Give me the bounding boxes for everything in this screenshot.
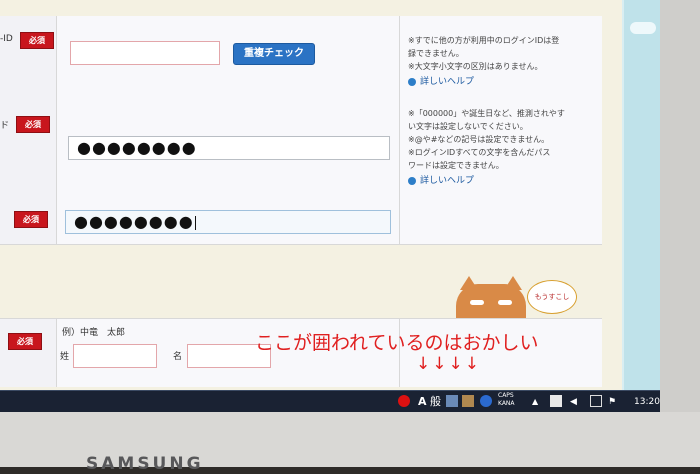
text-cursor	[194, 215, 196, 230]
input-cell: ●●●●●●●●	[57, 98, 400, 202]
help-link-label: 詳しいヘルプ	[420, 176, 475, 186]
help-text: ※「000000」や誕生日など、推測されやす	[408, 109, 565, 118]
annotation-text: ここが囲われているのはおかしい	[255, 332, 539, 354]
row-label-cell: 必須	[0, 319, 57, 387]
ime-label[interactable]: 般	[430, 394, 441, 410]
row-label-cell: -ID 必須	[0, 16, 57, 98]
help-text: ※大文字小文字の区別はありません。	[408, 62, 543, 71]
help-text: 録できません。	[408, 49, 464, 58]
speaker-icon[interactable]: ◀	[570, 394, 577, 410]
input-cell: 重複チェック	[57, 16, 400, 98]
form-row-login-id: -ID 必須 重複チェック ※すでに他の方が利用中のログインIDは登 録できませ…	[0, 16, 602, 99]
help-text: ワードは設定できません。	[408, 161, 504, 170]
password-confirm-input[interactable]: ●●●●●●●●	[65, 210, 391, 234]
windows-flag-icon[interactable]	[550, 395, 562, 407]
help-link[interactable]: 詳しいヘルプ	[408, 173, 565, 186]
row-label-cell: ド 必須	[0, 98, 57, 202]
last-name-input[interactable]	[73, 344, 157, 368]
required-badge: 必須	[14, 211, 48, 228]
help-link-label: 詳しいヘルプ	[420, 77, 475, 87]
cat-ear	[460, 276, 478, 290]
password-input[interactable]: ●●●●●●●●	[68, 136, 390, 160]
ime-mode[interactable]: A	[418, 394, 427, 410]
last-name-label: 姓	[60, 352, 70, 362]
help-text: ※@や#などの記号は設定できません。	[408, 135, 550, 144]
chevron-up-icon[interactable]: ▲	[532, 394, 538, 410]
monitor-bezel-bottom: SAMSUNG	[0, 412, 700, 474]
input-cell: ●●●●●●●●	[57, 202, 400, 244]
taskbar: A 般 CAPS KANA ▲ ◀ ⚑ 13:20	[0, 390, 660, 413]
cat-ear	[504, 276, 522, 290]
action-center-flag-icon[interactable]: ⚑	[608, 394, 616, 410]
cloud-decoration	[630, 22, 656, 34]
mascot-speech-bubble: もうすこし	[527, 280, 577, 314]
ime-dictionary-icon[interactable]	[446, 395, 458, 407]
browser-screen: -ID 必須 重複チェック ※すでに他の方が利用中のログインIDは登 録できませ…	[0, 0, 660, 390]
help-text: い文字は設定しないでください。	[408, 122, 528, 131]
help-circle-icon	[408, 176, 416, 185]
required-badge: 必須	[8, 333, 42, 350]
password-mask: ●●●●●●●●	[74, 212, 196, 231]
notification-icon[interactable]	[398, 395, 410, 407]
cat-eye	[470, 300, 484, 305]
monitor-brand-logo: SAMSUNG	[86, 454, 204, 474]
monitor-bezel-side	[660, 0, 700, 412]
password-mask: ●●●●●●●●	[77, 138, 197, 157]
help-link[interactable]: 詳しいヘルプ	[408, 74, 559, 87]
help-circle-icon	[408, 77, 416, 86]
ime-tools-icon[interactable]	[462, 395, 474, 407]
login-id-input[interactable]	[70, 41, 220, 65]
help-icon[interactable]	[480, 395, 492, 407]
help-text: ※すでに他の方が利用中のログインIDは登	[408, 36, 560, 45]
network-icon[interactable]	[590, 395, 602, 407]
form-row-password-confirm: 必須 ●●●●●●●●	[0, 202, 602, 245]
field-label: -ID	[0, 34, 13, 44]
help-cell: ※すでに他の方が利用中のログインIDは登 録できません。 ※大文字小文字の区別は…	[400, 16, 602, 98]
required-badge: 必須	[20, 32, 54, 49]
first-name-label: 名	[173, 352, 183, 362]
duplicate-check-button[interactable]: 重複チェック	[233, 43, 315, 65]
cat-eye	[498, 300, 512, 305]
help-cell	[400, 202, 602, 244]
help-cell: ※「000000」や誕生日など、推測されやす い文字は設定しないでください。 ※…	[400, 98, 602, 202]
help-text: ※ログインIDすべての文字を含んだパス	[408, 148, 551, 157]
name-example: 例）中竜 太郎	[62, 328, 126, 338]
row-label-cell: 必須	[0, 202, 57, 244]
clock[interactable]: 13:20	[634, 394, 660, 410]
field-label: ド	[0, 121, 10, 131]
annotation-arrows: ↓↓↓↓	[416, 354, 481, 374]
required-badge: 必須	[16, 116, 50, 133]
form-row-password: ド 必須 ●●●●●●●● ※「000000」や誕生日など、推測されやす い文字…	[0, 98, 602, 203]
page-side-decoration	[622, 0, 660, 390]
